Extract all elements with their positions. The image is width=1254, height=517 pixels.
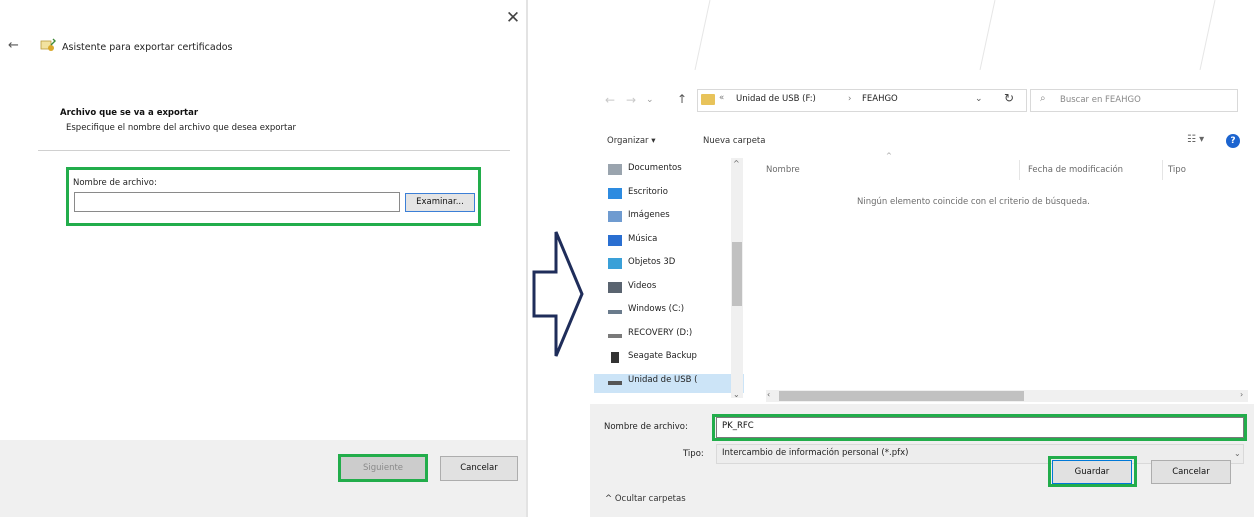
column-header-date[interactable]: Fecha de modificación: [1028, 165, 1123, 175]
back-arrow-icon[interactable]: ←: [8, 38, 19, 53]
save-filename-highlight-box: [712, 414, 1247, 441]
window-edge: [526, 0, 528, 517]
pictures-icon: [608, 211, 622, 222]
nav-forward-icon[interactable]: →: [626, 93, 636, 107]
hide-folders-toggle[interactable]: ^ Ocultar carpetas: [605, 494, 686, 504]
drive-c-icon: [608, 310, 622, 314]
search-icon: ⌕: [1040, 93, 1046, 104]
nav-scrollbar-thumb[interactable]: [732, 242, 742, 306]
folder-icon: [701, 94, 715, 105]
wizard-subheading: Especifique el nombre del archivo que de…: [66, 123, 297, 133]
close-icon[interactable]: ✕: [503, 8, 523, 28]
right-arrow-icon: [530, 228, 586, 360]
header-divider: [38, 150, 510, 151]
recent-locations-icon[interactable]: ⌄: [646, 95, 654, 105]
save-cancel-button[interactable]: Cancelar: [1151, 460, 1231, 484]
nav-item-label[interactable]: Objetos 3D: [628, 257, 675, 267]
usb-drive-icon: [608, 381, 622, 385]
type-dropdown-icon[interactable]: ⌄: [1234, 449, 1241, 458]
nav-item-label[interactable]: Música: [628, 234, 657, 244]
wizard-title: Asistente para exportar certificados: [62, 42, 233, 53]
background-decoration: [600, 0, 1254, 71]
wizard-cancel-button[interactable]: Cancelar: [440, 456, 518, 481]
column-header-name[interactable]: Nombre: [766, 165, 800, 175]
address-prefix[interactable]: «: [719, 93, 724, 103]
help-icon[interactable]: ?: [1226, 134, 1240, 148]
new-folder-button[interactable]: Nueva carpeta: [703, 136, 765, 146]
nav-back-icon[interactable]: ←: [605, 93, 615, 107]
search-placeholder[interactable]: Buscar en FEAHGO: [1060, 95, 1141, 105]
nav-item-label[interactable]: Windows (C:): [628, 304, 684, 314]
nav-item-label[interactable]: Unidad de USB (: [628, 375, 697, 385]
breadcrumb-separator: ›: [848, 94, 852, 104]
external-drive-icon: [611, 352, 619, 363]
scroll-left-icon[interactable]: ‹: [767, 390, 770, 399]
scroll-up-icon[interactable]: ^: [733, 159, 740, 168]
scroll-right-icon[interactable]: ›: [1240, 390, 1243, 399]
wizard-heading: Archivo que se va a exportar: [60, 108, 199, 118]
scroll-down-icon[interactable]: ⌄: [733, 390, 740, 399]
objects3d-icon: [608, 258, 622, 269]
nav-up-icon[interactable]: ↑: [677, 92, 687, 106]
column-header-type[interactable]: Tipo: [1168, 165, 1186, 175]
breadcrumb-drive[interactable]: Unidad de USB (F:): [736, 94, 816, 104]
desktop-icon: [608, 188, 622, 199]
nav-item-label[interactable]: Videos: [628, 281, 656, 291]
music-icon: [608, 235, 622, 246]
column-divider[interactable]: [1162, 160, 1163, 180]
organize-menu[interactable]: Organizar ▾: [607, 136, 656, 146]
save-highlight-box: [1048, 456, 1137, 487]
nav-item-label[interactable]: Imágenes: [628, 210, 670, 220]
nav-item-label[interactable]: RECOVERY (D:): [628, 328, 692, 338]
address-dropdown-icon[interactable]: ⌄: [975, 94, 983, 104]
drive-icon: [608, 334, 622, 338]
filename-highlight-box: [66, 167, 481, 226]
next-highlight-box: [338, 454, 428, 482]
horizontal-scrollbar-thumb[interactable]: [779, 391, 1024, 401]
sort-indicator-icon: ^: [886, 152, 892, 160]
refresh-icon[interactable]: ↻: [1004, 91, 1014, 105]
save-filename-label: Nombre de archivo:: [604, 422, 688, 432]
empty-folder-message: Ningún elemento coincide con el criterio…: [857, 197, 1090, 207]
hide-folders-label: Ocultar carpetas: [614, 494, 686, 504]
column-divider[interactable]: [1019, 160, 1020, 180]
nav-item-label[interactable]: Escritorio: [628, 187, 668, 197]
breadcrumb-folder[interactable]: FEAHGO: [862, 94, 898, 104]
nav-item-label[interactable]: Documentos: [628, 163, 682, 173]
videos-icon: [608, 282, 622, 293]
view-options-icon[interactable]: ☷ ▾: [1187, 134, 1204, 145]
certificate-icon: [40, 38, 56, 54]
nav-item-label[interactable]: Seagate Backup: [628, 351, 697, 361]
file-type-label: Tipo:: [683, 449, 704, 459]
documents-icon: [608, 164, 622, 175]
